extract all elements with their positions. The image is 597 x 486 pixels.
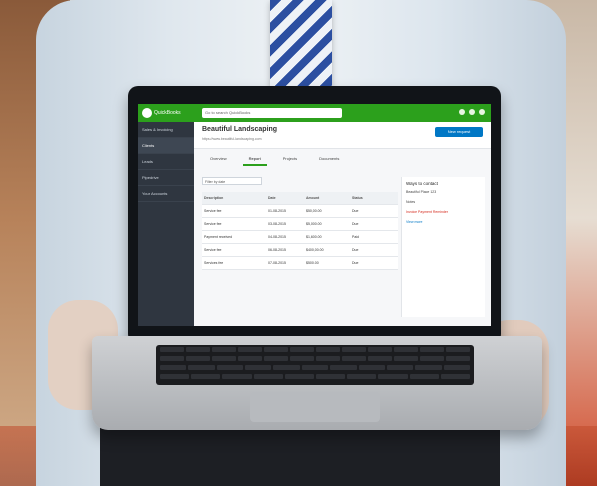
col-date: Date xyxy=(268,196,276,200)
tab-projects[interactable]: Projects xyxy=(277,152,303,166)
help-icon[interactable] xyxy=(479,109,485,115)
col-status: Status xyxy=(352,196,363,200)
contact-title: Ways to contact xyxy=(406,181,438,186)
header-tools xyxy=(459,109,485,115)
cell: $500.00 xyxy=(306,261,319,265)
cell: $1,600.00 xyxy=(306,235,322,239)
app-brand: QuickBooks xyxy=(154,110,181,116)
tab-documents[interactable]: Documents xyxy=(313,152,345,166)
cell: 06-08-2015 xyxy=(268,248,286,252)
client-name: Beautiful Landscaping xyxy=(202,126,278,133)
table-row[interactable]: Payment received 04-08-2015 $1,600.00 Pa… xyxy=(202,231,398,244)
table-row[interactable]: Service fee 06-08-2015 $400,00.00 Due xyxy=(202,244,398,257)
contact-address: Beautiful Place 123 xyxy=(406,190,437,194)
cell: $50,00.00 xyxy=(306,209,322,213)
new-request-button[interactable]: New request xyxy=(435,127,483,137)
sidebar-item-pipedrive[interactable]: Pipedrive xyxy=(138,170,194,186)
photo-scene: QuickBooks Go to search QuickBooks Sales… xyxy=(0,0,597,486)
tab-overview[interactable]: Overview xyxy=(204,152,233,166)
cell: 01-08-2015 xyxy=(268,209,286,213)
sidebar-item-leads[interactable]: Leads xyxy=(138,154,194,170)
key-row xyxy=(156,363,474,372)
cell: Services fee xyxy=(204,261,224,265)
table-header-row: Description Date Amount Status xyxy=(202,192,398,205)
notifications-icon[interactable] xyxy=(459,109,465,115)
sidebar-item-sales[interactable]: Sales & Invoicing xyxy=(138,122,194,138)
search-input[interactable]: Go to search QuickBooks xyxy=(202,108,342,118)
cell: Service fee xyxy=(204,222,222,226)
keyboard xyxy=(156,345,474,385)
laptop-screen: QuickBooks Go to search QuickBooks Sales… xyxy=(138,104,491,326)
client-header: Beautiful Landscaping https://www.beauti… xyxy=(194,122,491,149)
cell: 04-08-2015 xyxy=(268,235,286,239)
filter-dropdown[interactable]: Filter by date xyxy=(202,177,262,185)
cell: Due xyxy=(352,261,359,265)
col-description: Description xyxy=(204,196,224,200)
sidebar-item-clients[interactable]: Clients xyxy=(138,138,194,154)
table-row[interactable]: Service fee 01-08-2015 $50,00.00 Due xyxy=(202,205,398,218)
sidebar: Sales & Invoicing Clients Leads Pipedriv… xyxy=(138,122,194,326)
cell: Service fee xyxy=(204,248,222,252)
payment-alert[interactable]: Invoice Payment Reminder xyxy=(406,210,481,214)
transactions-table: Description Date Amount Status Service f… xyxy=(202,192,398,270)
view-more-link[interactable]: View more xyxy=(406,220,481,224)
table-row[interactable]: Services fee 07-08-2015 $500.00 Due xyxy=(202,257,398,270)
key-row xyxy=(156,354,474,363)
settings-icon[interactable] xyxy=(469,109,475,115)
tab-report[interactable]: Report xyxy=(242,152,267,166)
app-logo-icon[interactable] xyxy=(142,108,152,118)
cell: 03-08-2015 xyxy=(268,222,286,226)
trackpad xyxy=(250,392,380,422)
main-content: Beautiful Landscaping https://www.beauti… xyxy=(194,122,491,326)
table-row[interactable]: Service fee 03-08-2015 $5,000.00 Due xyxy=(202,218,398,231)
app-header: QuickBooks Go to search QuickBooks xyxy=(138,104,491,122)
cell: $400,00.00 xyxy=(306,248,324,252)
contact-panel: Ways to contact Beautiful Place 123 Note… xyxy=(401,177,485,317)
cell: 07-08-2015 xyxy=(268,261,286,265)
tab-bar: Overview Report Projects Documents xyxy=(194,152,491,166)
cell: Due xyxy=(352,248,359,252)
trousers xyxy=(100,426,500,486)
client-link[interactable]: https://www.beautiful-landscaping.com xyxy=(202,137,262,141)
key-row xyxy=(156,345,474,354)
tie xyxy=(270,0,332,88)
cell: Service fee xyxy=(204,209,222,213)
cell: Payment received xyxy=(204,235,233,239)
cell: Due xyxy=(352,222,359,226)
sidebar-item-accounts[interactable]: Your Accounts xyxy=(138,186,194,202)
cell: $5,000.00 xyxy=(306,222,322,226)
cell: Due xyxy=(352,209,359,213)
cell: Paid xyxy=(352,235,360,239)
col-amount: Amount xyxy=(306,196,320,200)
key-row xyxy=(156,372,474,381)
notes-label: Notes xyxy=(406,200,416,204)
